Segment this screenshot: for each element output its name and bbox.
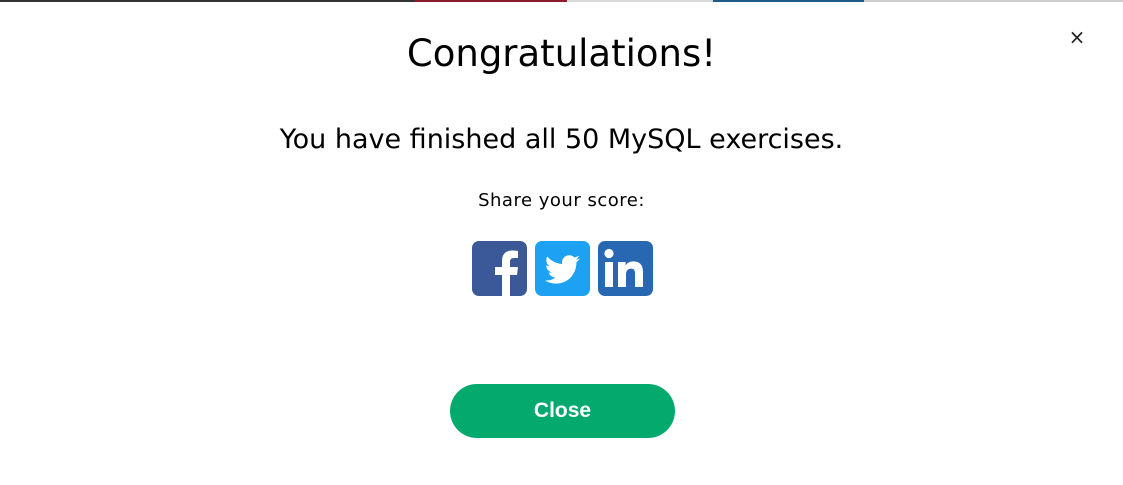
share-twitter-button[interactable] xyxy=(535,241,590,296)
facebook-icon xyxy=(495,250,518,296)
twitter-icon xyxy=(544,255,580,284)
modal-title: Congratulations! xyxy=(406,32,717,75)
linkedin-icon xyxy=(604,248,643,287)
share-label: Share your score: xyxy=(478,190,645,211)
share-facebook-button[interactable] xyxy=(472,241,527,296)
congratulations-modal: × Congratulations! You have finished all… xyxy=(0,2,1123,485)
close-button[interactable]: Close xyxy=(450,384,675,438)
share-buttons xyxy=(472,241,654,297)
completion-message: You have finished all 50 MySQL exercises… xyxy=(279,124,844,155)
share-linkedin-button[interactable] xyxy=(598,241,653,296)
